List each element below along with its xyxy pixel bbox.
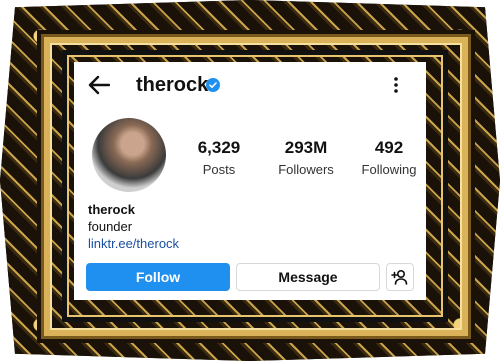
more-vertical-icon[interactable]: [392, 76, 400, 94]
bio-name: therock: [88, 202, 135, 217]
profile-bio: therock founder linktr.ee/therock: [88, 202, 408, 251]
following-count: 492: [374, 138, 404, 157]
arrow-left-icon[interactable]: [88, 75, 110, 95]
posts-stat[interactable]: 6,329 Posts: [186, 138, 252, 177]
message-button[interactable]: Message: [236, 263, 380, 291]
bio-link[interactable]: linktr.ee/therock: [88, 236, 408, 251]
posts-label: Posts: [202, 162, 236, 177]
avatar[interactable]: [92, 118, 166, 192]
profile-screen: therock 6,329 Posts 293M Followers 492 F…: [74, 62, 426, 300]
following-stat[interactable]: 492 Following: [356, 138, 422, 177]
profile-username-title: therock: [136, 74, 209, 96]
profile-stats: 6,329 Posts 293M Followers 492 Following: [186, 138, 422, 178]
followers-stat[interactable]: 293M Followers: [262, 138, 350, 177]
add-user-button[interactable]: [386, 263, 414, 291]
following-label: Following: [361, 162, 417, 177]
verified-badge-icon: [206, 78, 220, 92]
add-user-icon: [391, 269, 408, 285]
bio-text: founder: [88, 219, 133, 234]
top-bar: therock: [74, 62, 426, 108]
followers-label: Followers: [278, 162, 334, 177]
posts-count: 6,329: [197, 138, 241, 157]
followers-count: 293M: [284, 138, 328, 157]
follow-button[interactable]: Follow: [86, 263, 230, 291]
